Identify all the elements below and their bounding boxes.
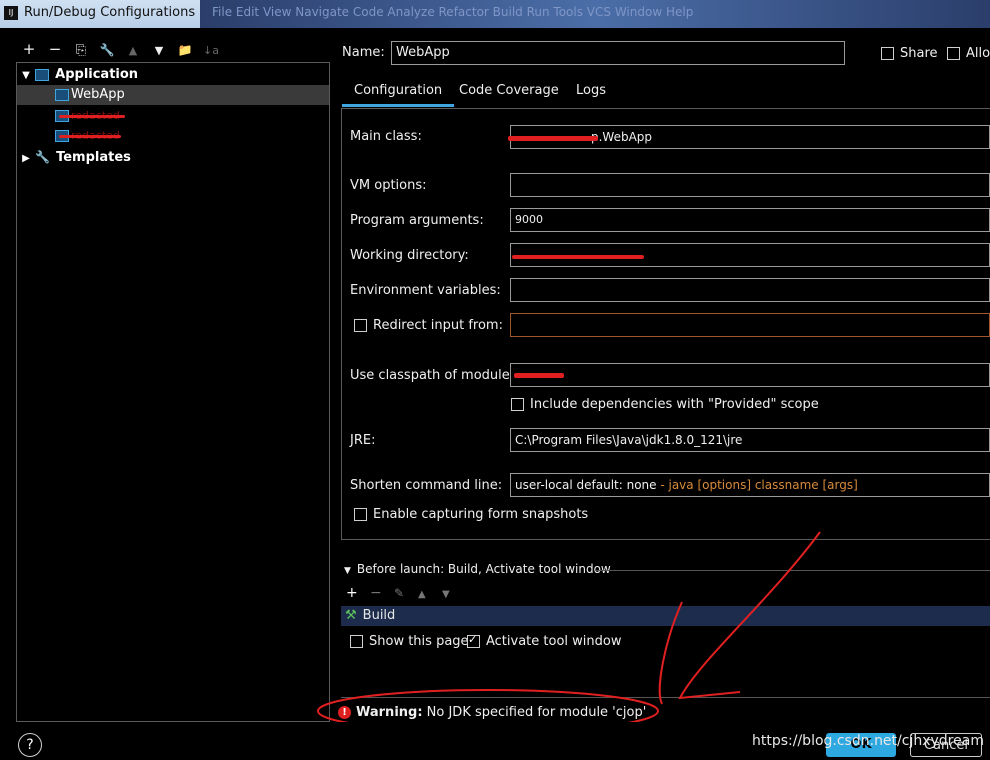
watermark: https://blog.csdn.net/cjhxydream [752, 733, 984, 749]
annotation-arrow [678, 531, 821, 700]
annotation-stroke [658, 601, 683, 705]
help-button[interactable]: ? [18, 733, 42, 757]
annotation-overlay [317, 531, 821, 733]
